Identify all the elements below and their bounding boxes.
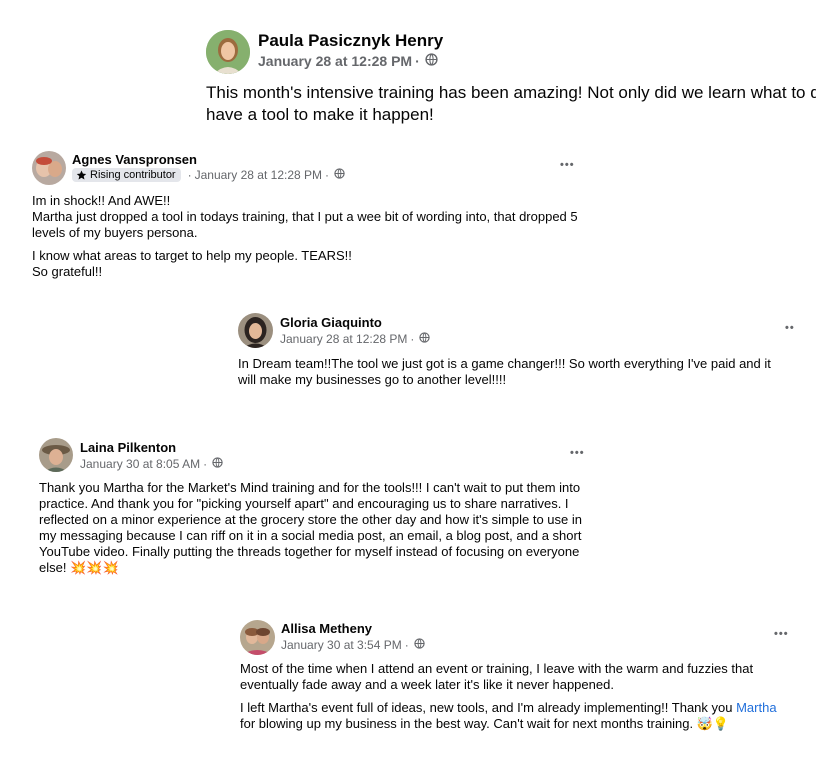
timestamp: January 30 at 3:54 PM · bbox=[281, 638, 425, 652]
text-line: practice. And thank you for "picking you… bbox=[39, 496, 569, 511]
separator: · bbox=[404, 638, 409, 652]
avatar[interactable] bbox=[32, 151, 66, 185]
text-line: I know what areas to target to help my p… bbox=[32, 248, 352, 263]
time-text[interactable]: January 28 at 12:28 PM bbox=[258, 53, 412, 69]
comment-text: This month's intensive training has been… bbox=[206, 82, 816, 126]
separator: · bbox=[187, 168, 192, 182]
time-text[interactable]: January 30 at 3:54 PM bbox=[281, 638, 402, 652]
author-name[interactable]: Allisa Metheny bbox=[281, 621, 372, 636]
text-line: for blowing up my business in the best w… bbox=[240, 716, 730, 731]
text-line: In Dream team!!The tool we just got is a… bbox=[238, 356, 771, 371]
text-line: YouTube video. Finally putting the threa… bbox=[39, 544, 580, 559]
text-line: reflected on a minor experience at the g… bbox=[39, 512, 582, 527]
avatar[interactable] bbox=[206, 30, 250, 74]
comment-text: In Dream team!!The tool we just got is a… bbox=[238, 356, 771, 388]
comment-text: Im in shock!! And AWE!! Martha just drop… bbox=[32, 193, 578, 280]
timestamp: January 28 at 12:28 PM · bbox=[258, 53, 438, 69]
text-line: Martha just dropped a tool in todays tra… bbox=[32, 209, 578, 224]
text-line: Thank you Martha for the Market's Mind t… bbox=[39, 480, 581, 495]
mention-link-martha[interactable]: Martha bbox=[736, 700, 776, 715]
text-line: will make my businesses go to another le… bbox=[238, 372, 507, 387]
badge-label: Rising contributor bbox=[90, 169, 176, 181]
rising-contributor-badge[interactable]: Rising contributor bbox=[72, 168, 181, 182]
text-line: I left Martha's event full of ideas, new… bbox=[240, 700, 777, 716]
separator: · bbox=[325, 168, 330, 182]
text-line: eventually fade away and a week later it… bbox=[240, 677, 614, 692]
avatar[interactable] bbox=[238, 313, 273, 348]
author-name[interactable]: Paula Pasicznyk Henry bbox=[258, 31, 443, 51]
text-line: Most of the time when I attend an event … bbox=[240, 661, 754, 676]
more-options-icon[interactable]: ••• bbox=[560, 159, 575, 171]
timestamp: January 30 at 8:05 AM · bbox=[80, 457, 223, 471]
avatar[interactable] bbox=[39, 438, 73, 472]
separator: · bbox=[415, 53, 420, 69]
globe-icon bbox=[414, 638, 425, 652]
globe-icon bbox=[212, 457, 223, 471]
text-line: levels of my buyers persona. bbox=[32, 225, 198, 240]
time-text[interactable]: January 30 at 8:05 AM bbox=[80, 457, 200, 471]
author-name[interactable]: Agnes Vanspronsen bbox=[72, 152, 197, 167]
text-line: So grateful!! bbox=[32, 264, 103, 279]
more-options-icon[interactable]: •• bbox=[785, 322, 795, 334]
text-line: my messaging because I can riff on it in… bbox=[39, 528, 582, 543]
separator: · bbox=[203, 457, 208, 471]
author-name[interactable]: Gloria Giaquinto bbox=[280, 315, 382, 330]
time-text[interactable]: January 28 at 12:28 PM bbox=[280, 332, 407, 346]
more-options-icon[interactable]: ••• bbox=[774, 628, 789, 640]
time-text[interactable]: January 28 at 12:28 PM bbox=[195, 168, 322, 182]
globe-icon bbox=[425, 53, 438, 69]
separator: · bbox=[410, 332, 415, 346]
comment-text: Most of the time when I attend an event … bbox=[240, 661, 777, 732]
author-name[interactable]: Laina Pilkenton bbox=[80, 440, 176, 455]
timestamp: Rising contributor · January 28 at 12:28… bbox=[72, 168, 345, 182]
globe-icon bbox=[334, 168, 345, 182]
avatar[interactable] bbox=[240, 620, 275, 655]
globe-icon bbox=[419, 332, 431, 346]
text-line: have a tool to make it happen! bbox=[206, 105, 434, 124]
comment-text: Thank you Martha for the Market's Mind t… bbox=[39, 480, 582, 576]
text-segment: I left Martha's event full of ideas, new… bbox=[240, 700, 737, 715]
text-line: else! 💥💥💥 bbox=[39, 560, 119, 575]
timestamp: January 28 at 12:28 PM · bbox=[280, 332, 431, 346]
text-line: This month's intensive training has been… bbox=[206, 83, 816, 102]
more-options-icon[interactable]: ••• bbox=[570, 447, 585, 459]
star-icon bbox=[76, 170, 87, 179]
text-line: Im in shock!! And AWE!! bbox=[32, 193, 171, 208]
